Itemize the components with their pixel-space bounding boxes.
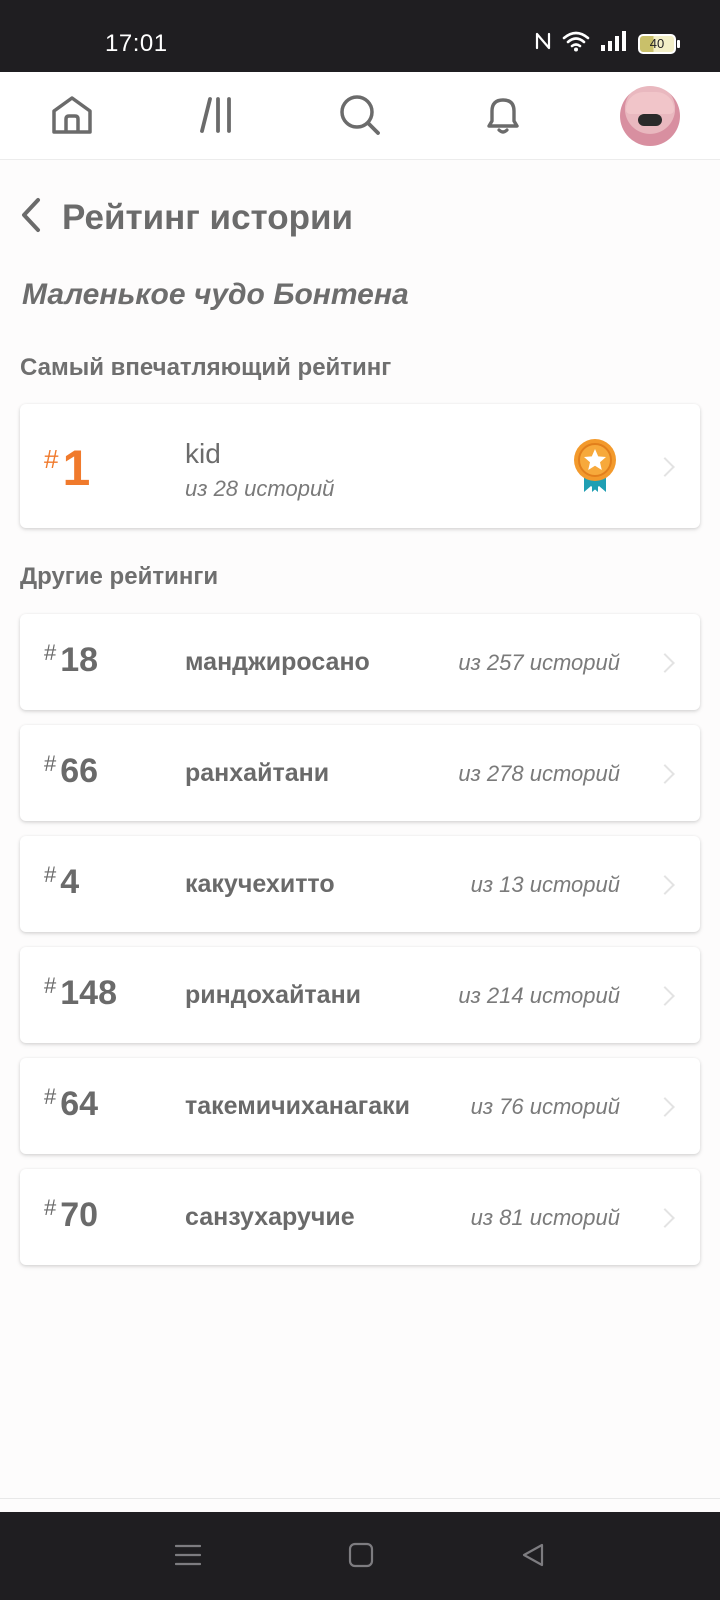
tag-name: kid	[185, 438, 221, 469]
ranking-row[interactable]: # 148 риндохайтани из 214 историй	[20, 947, 700, 1043]
page-header: Рейтинг истории	[18, 196, 353, 239]
story-count: из 76 историй	[470, 1094, 620, 1119]
story-count: из 28 историй	[185, 476, 335, 501]
rank-number: 70	[60, 1196, 99, 1234]
rank-hash: #	[44, 751, 57, 776]
signal-icon	[600, 30, 628, 57]
award-star-icon	[572, 438, 618, 494]
ranking-row[interactable]: # 66 ранхайтани из 278 историй	[20, 725, 700, 821]
rank: # 148	[44, 973, 117, 1013]
avatar-mask	[638, 114, 662, 126]
story-count: из 257 историй	[458, 650, 620, 675]
story-count: из 214 историй	[458, 983, 620, 1008]
ranking-row[interactable]: # 4 какучехитто из 13 историй	[20, 836, 700, 932]
tag-name: санзухаручие	[185, 1203, 355, 1231]
system-navigation-bar	[0, 1512, 720, 1600]
home-icon[interactable]	[47, 90, 97, 140]
rank: # 70	[44, 1195, 98, 1235]
other-rankings-label: Другие рейтинги	[20, 563, 219, 590]
tag-name: такемичиханагаки	[185, 1092, 410, 1120]
divider	[0, 1498, 720, 1499]
story-count: из 81 историй	[470, 1205, 620, 1230]
back-triangle-icon[interactable]	[520, 1542, 546, 1573]
battery-icon: 40	[638, 33, 680, 54]
tag-name: ранхайтани	[185, 759, 330, 787]
chevron-right-icon	[655, 1097, 675, 1117]
story-count: из 13 историй	[470, 872, 620, 897]
rank-hash: #	[44, 640, 57, 665]
nfc-icon	[534, 31, 552, 56]
rank: # 1	[44, 440, 90, 496]
chevron-right-icon	[655, 1208, 675, 1228]
rank-number: 66	[60, 752, 99, 790]
story-title: Маленькое чудо Бонтена	[22, 278, 409, 311]
page-title: Рейтинг истории	[62, 197, 354, 237]
avatar-hair	[626, 92, 674, 114]
status-time: 17:01	[105, 30, 168, 57]
ranking-row[interactable]: # 18 манджиросано из 257 историй	[20, 614, 700, 710]
chevron-right-icon	[655, 986, 675, 1006]
rank-hash: #	[44, 973, 57, 998]
best-ranking-label: Самый впечатляющий рейтинг	[20, 354, 392, 381]
tag-name: риндохайтани	[185, 981, 362, 1009]
status-bar: 17:01 40	[0, 0, 720, 72]
rank-hash: #	[44, 444, 59, 474]
rank: # 64	[44, 1084, 98, 1124]
rank-number: 18	[60, 641, 99, 679]
bell-icon[interactable]	[478, 90, 528, 140]
search-icon[interactable]	[335, 90, 385, 140]
rank-number: 64	[60, 1085, 99, 1123]
top-navigation	[0, 72, 720, 160]
rank: # 66	[44, 751, 98, 791]
rank: # 18	[44, 640, 98, 680]
ranking-row[interactable]: # 70 санзухаручие из 81 историй	[20, 1169, 700, 1265]
menu-icon[interactable]	[174, 1542, 202, 1573]
back-button[interactable]	[18, 196, 44, 239]
rank-number: 4	[60, 863, 80, 901]
rank-number: 148	[60, 974, 117, 1012]
chevron-right-icon	[655, 764, 675, 784]
tag-name: манджиросано	[185, 648, 370, 676]
best-ranking-card[interactable]: # 1 kid из 28 историй	[20, 404, 700, 528]
chevron-right-icon	[655, 653, 675, 673]
rank-hash: #	[44, 862, 57, 887]
avatar[interactable]	[620, 86, 680, 146]
library-icon[interactable]	[192, 90, 242, 140]
rank-hash: #	[44, 1084, 57, 1109]
story-count: из 278 историй	[458, 761, 620, 786]
rank-hash: #	[44, 1195, 57, 1220]
wifi-icon	[562, 30, 590, 57]
ranking-row[interactable]: # 64 такемичиханагаки из 76 историй	[20, 1058, 700, 1154]
home-square-icon[interactable]	[348, 1542, 374, 1573]
rank-number: 1	[62, 440, 91, 496]
status-icons: 40	[534, 30, 680, 57]
rank: # 4	[44, 862, 79, 902]
chevron-right-icon	[655, 875, 675, 895]
tag-name: какучехитто	[185, 870, 335, 898]
chevron-right-icon	[655, 457, 675, 477]
